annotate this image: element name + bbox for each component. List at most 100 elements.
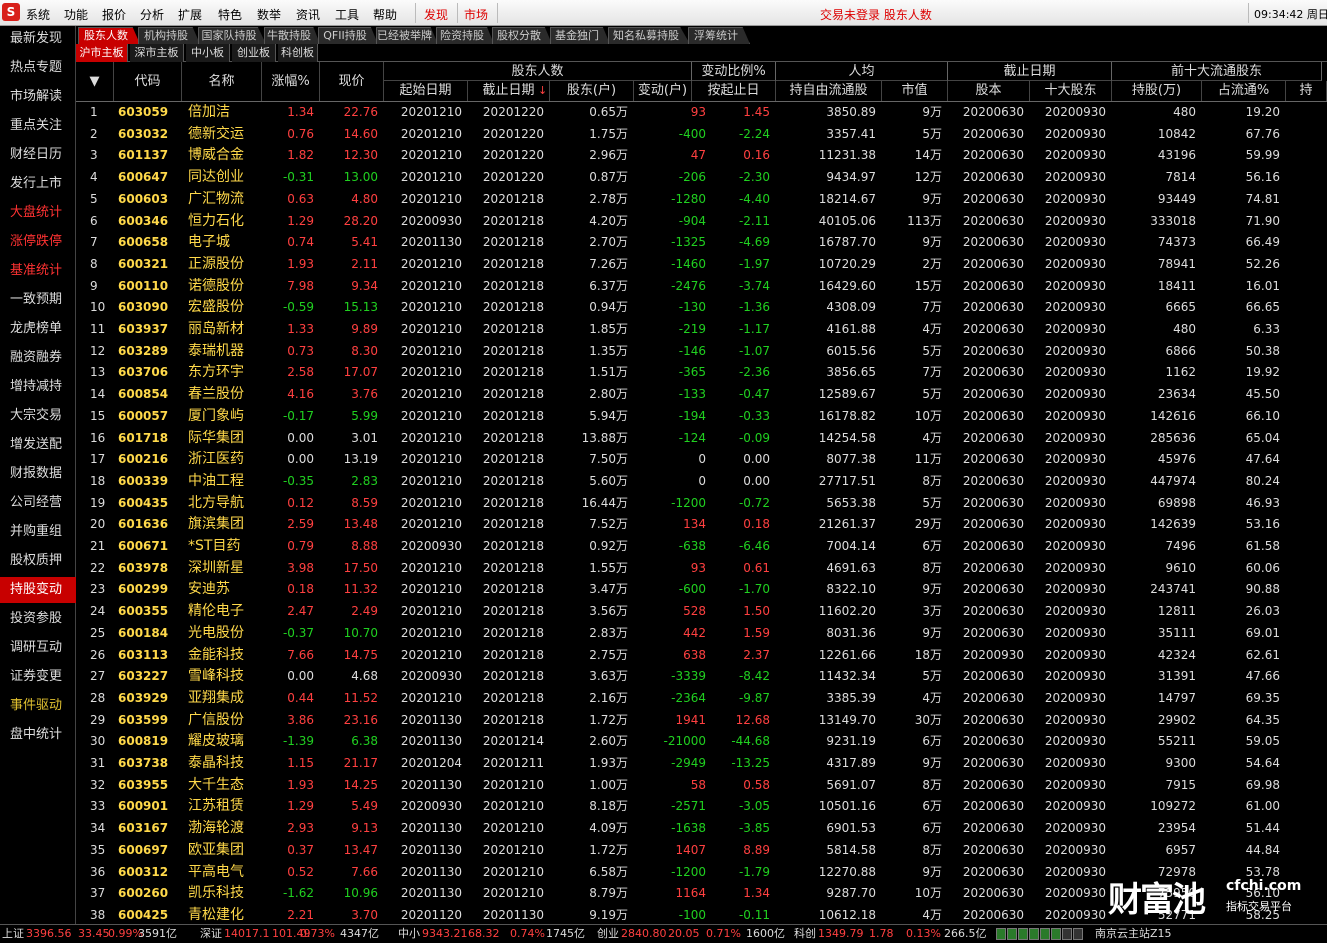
sidebar-item[interactable]: 基准统计 <box>0 258 76 284</box>
sidebar-item[interactable]: 增发送配 <box>0 432 76 458</box>
table-row[interactable]: 18 600339 中油工程 -0.35 2.83 20201210 20201218 5.6… <box>76 471 1327 493</box>
table-row[interactable]: 8 600321 正源股份 1.93 2.11 20201210 20201218 7.26万… <box>76 254 1327 276</box>
board-tab-3[interactable]: 中小板 <box>186 44 230 62</box>
table-row[interactable]: 30 600819 耀皮玻璃 -1.39 6.38 20201130 20201214 2.6… <box>76 731 1327 753</box>
tab-2[interactable]: 机构持股 <box>138 27 200 44</box>
table-row[interactable]: 6 600346 恒力石化 1.29 28.20 20200930 20201218 4.20… <box>76 211 1327 233</box>
index-label[interactable]: 科创 <box>794 925 816 943</box>
sidebar-item[interactable]: 大宗交易 <box>0 403 76 429</box>
table-row[interactable]: 19 600435 北方导航 0.12 8.59 20201210 20201218 16.4… <box>76 493 1327 515</box>
sidebar-item[interactable]: 财经日历 <box>0 142 76 168</box>
menu-discover[interactable]: 发现 <box>424 6 448 23</box>
col-header[interactable]: 股本 <box>948 81 1030 101</box>
sidebar-item[interactable]: 大盘统计 <box>0 200 76 226</box>
index-label[interactable]: 中小 <box>398 925 420 943</box>
col-header[interactable]: 市值 <box>882 81 948 101</box>
sidebar-item[interactable]: 公司经营 <box>0 490 76 516</box>
sidebar-item[interactable]: 涨停跌停 <box>0 229 76 255</box>
col-header[interactable]: 十大股东 <box>1030 81 1112 101</box>
table-row[interactable]: 1 603059 倍加洁 1.34 22.76 20201210 20201220 0.65万… <box>76 102 1327 124</box>
table-row[interactable]: 10 603090 宏盛股份 -0.59 15.13 20201210 20201218 0.… <box>76 297 1327 319</box>
col-header[interactable]: 持自由流通股 <box>776 81 882 101</box>
sidebar-item[interactable]: 调研互动 <box>0 635 76 661</box>
table-row[interactable]: 14 600854 春兰股份 4.16 3.76 20201210 20201218 2.80… <box>76 384 1327 406</box>
sidebar-item[interactable]: 重点关注 <box>0 113 76 139</box>
server-name[interactable]: 南京云主站Z15 <box>1095 925 1172 943</box>
table-row[interactable]: 31 603738 泰晶科技 1.15 21.17 20201204 20201211 1.9… <box>76 753 1327 775</box>
table-row[interactable]: 5 600603 广汇物流 0.63 4.80 20201210 20201218 2.78万… <box>76 189 1327 211</box>
sidebar-item[interactable]: 龙虎榜单 <box>0 316 76 342</box>
sidebar-item[interactable]: 市场解读 <box>0 84 76 110</box>
table-row[interactable]: 21 600671 *ST目药 0.79 8.88 20200930 20201218 0.9… <box>76 536 1327 558</box>
col-change-pct[interactable]: 涨幅% <box>262 62 320 101</box>
tab-11[interactable]: 浮筹统计 <box>688 27 750 44</box>
board-tab-5[interactable]: 科创板 <box>278 44 318 62</box>
sidebar-item[interactable]: 投资参股 <box>0 606 76 632</box>
table-row[interactable]: 13 603706 东方环宇 2.58 17.07 20201210 20201218 1.5… <box>76 362 1327 384</box>
table-row[interactable]: 24 600355 精伦电子 2.47 2.49 20201210 20201218 3.56… <box>76 601 1327 623</box>
tab-10[interactable]: 知名私募持股 <box>608 27 690 44</box>
board-tab-1[interactable]: 沪市主板 <box>76 44 128 62</box>
table-row[interactable]: 17 600216 浙江医药 0.00 13.19 20201210 20201218 7.5… <box>76 449 1327 471</box>
sidebar-item[interactable]: 盘中统计 <box>0 722 76 748</box>
table-row[interactable]: 35 600697 欧亚集团 0.37 13.47 20201130 20201210 1.7… <box>76 840 1327 862</box>
table-row[interactable]: 25 600184 光电股份 -0.37 10.70 20201210 20201218 2.… <box>76 623 1327 645</box>
menu-analysis[interactable]: 分析 <box>140 6 164 23</box>
sidebar-item[interactable]: 热点专题 <box>0 55 76 81</box>
tab-3[interactable]: 国家队持股 <box>198 27 266 44</box>
sidebar-item[interactable]: 发行上市 <box>0 171 76 197</box>
menu-system[interactable]: 系统 <box>26 6 50 23</box>
table-row[interactable]: 15 600057 厦门象屿 -0.17 5.99 20201210 20201218 5.9… <box>76 406 1327 428</box>
sidebar-item[interactable]: 持股变动 <box>0 577 76 603</box>
table-row[interactable]: 32 603955 大千生态 1.93 14.25 20201130 20201210 1.0… <box>76 775 1327 797</box>
table-row[interactable]: 23 600299 安迪苏 0.18 11.32 20201210 20201218 3.47… <box>76 579 1327 601</box>
sidebar-item[interactable]: 增持减持 <box>0 374 76 400</box>
index-label[interactable]: 深证 <box>200 925 222 943</box>
table-row[interactable]: 28 603929 亚翔集成 0.44 11.52 20201210 20201218 2.1… <box>76 688 1327 710</box>
menu-tools[interactable]: 工具 <box>335 6 359 23</box>
tab-1[interactable]: 股东人数 <box>78 27 140 44</box>
table-row[interactable]: 26 603113 金能科技 7.66 14.75 20201210 20201218 2.7… <box>76 645 1327 667</box>
col-code[interactable]: 代码 <box>114 62 182 101</box>
tab-8[interactable]: 股权分散 <box>492 27 552 44</box>
table-row[interactable]: 29 603599 广信股份 3.86 23.16 20201130 20201218 1.7… <box>76 710 1327 732</box>
index-label[interactable]: 上证 <box>2 925 24 943</box>
sidebar-item[interactable]: 融资融券 <box>0 345 76 371</box>
menu-news[interactable]: 资讯 <box>296 6 320 23</box>
table-row[interactable]: 20 601636 旗滨集团 2.59 13.48 20201210 20201218 7.5… <box>76 514 1327 536</box>
tab-4[interactable]: 牛散持股 <box>264 27 320 44</box>
table-row[interactable]: 7 600658 电子城 0.74 5.41 20201130 20201218 2.70万 -… <box>76 232 1327 254</box>
col-price[interactable]: 现价 <box>320 62 384 101</box>
table-row[interactable]: 2 603032 德新交运 0.76 14.60 20201210 20201220 1.75… <box>76 124 1327 146</box>
board-tab-2[interactable]: 深市主板 <box>130 44 184 62</box>
col-header[interactable]: 股东(户) <box>550 81 634 101</box>
col-header[interactable]: 持 <box>1286 81 1327 101</box>
sidebar-item[interactable]: 并购重组 <box>0 519 76 545</box>
table-row[interactable]: 34 603167 渤海轮渡 2.93 9.13 20201130 20201210 4.09… <box>76 818 1327 840</box>
board-tab-4[interactable]: 创业板 <box>232 44 276 62</box>
sidebar-item[interactable]: 最新发现 <box>0 26 76 52</box>
sidebar-item[interactable]: 一致预期 <box>0 287 76 313</box>
sidebar-item[interactable]: 财报数据 <box>0 461 76 487</box>
table-row[interactable]: 11 603937 丽岛新材 1.33 9.89 20201210 20201218 1.85… <box>76 319 1327 341</box>
index-label[interactable]: 创业 <box>597 925 619 943</box>
menu-market[interactable]: 市场 <box>464 6 488 23</box>
menu-data[interactable]: 数举 <box>257 6 281 23</box>
col-header[interactable]: 占流通% <box>1202 81 1286 101</box>
tab-5[interactable]: QFII持股 <box>318 27 378 44</box>
table-row[interactable]: 9 600110 诺德股份 7.98 9.34 20201210 20201218 6.37万… <box>76 276 1327 298</box>
app-logo-icon[interactable]: S <box>2 3 20 21</box>
table-row[interactable]: 16 601718 际华集团 0.00 3.01 20201210 20201218 13.8… <box>76 428 1327 450</box>
tab-6[interactable]: 已经被举牌 <box>376 27 438 44</box>
menu-extend[interactable]: 扩展 <box>178 6 202 23</box>
col-name[interactable]: 名称 <box>182 62 262 101</box>
col-header[interactable]: 起始日期 <box>384 81 468 101</box>
table-row[interactable]: 27 603227 雪峰科技 0.00 4.68 20200930 20201218 3.63… <box>76 666 1327 688</box>
col-header[interactable]: 按起止日 <box>692 81 776 101</box>
tab-7[interactable]: 险资持股 <box>436 27 494 44</box>
menu-special[interactable]: 特色 <box>218 6 242 23</box>
sidebar-item[interactable]: 证券变更 <box>0 664 76 690</box>
table-row[interactable]: 33 600901 江苏租赁 1.29 5.49 20200930 20201210 8.18… <box>76 796 1327 818</box>
sort-arrow-icon[interactable]: ▼ <box>76 62 114 101</box>
table-row[interactable]: 12 603289 泰瑞机器 0.73 8.30 20201210 20201218 1.35… <box>76 341 1327 363</box>
